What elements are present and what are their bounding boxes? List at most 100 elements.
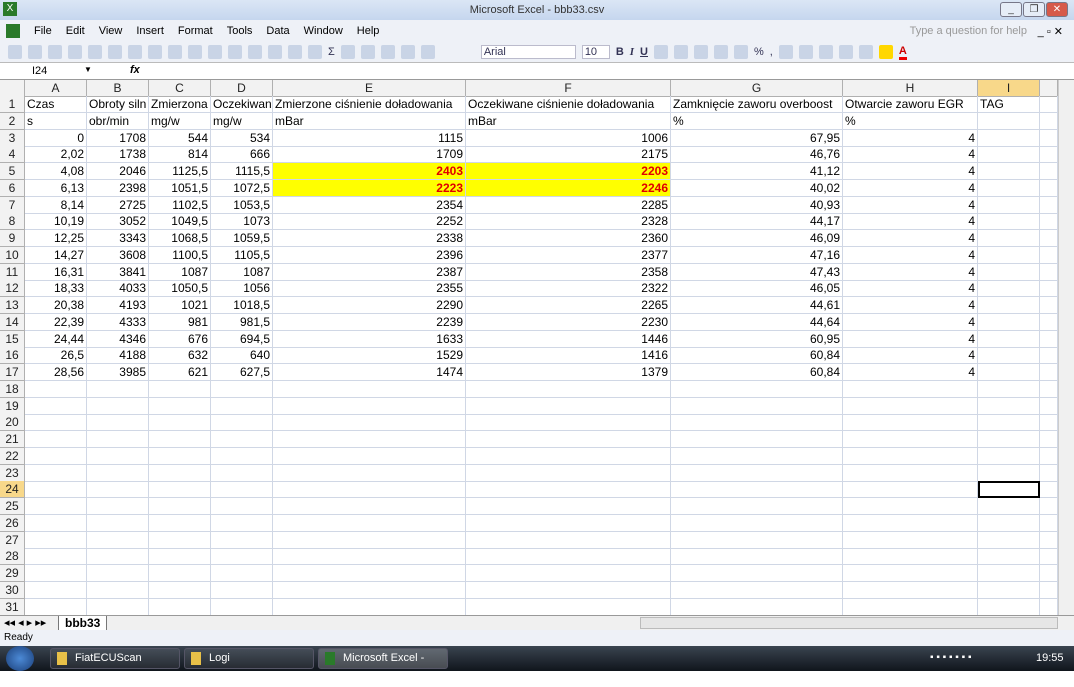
cell[interactable] xyxy=(25,381,87,398)
cell[interactable]: 46,09 xyxy=(671,230,843,247)
cell[interactable]: 3052 xyxy=(87,213,149,230)
cell[interactable] xyxy=(978,599,1040,616)
cell[interactable] xyxy=(978,280,1040,297)
cell[interactable] xyxy=(671,515,843,532)
cell[interactable] xyxy=(671,448,843,465)
sheet-nav-buttons[interactable]: ◂◂ ◂ ▸ ▸▸ xyxy=(4,616,46,629)
cell[interactable]: 40,93 xyxy=(671,197,843,214)
cell[interactable] xyxy=(25,431,87,448)
cell[interactable] xyxy=(211,532,273,549)
menu-data[interactable]: Data xyxy=(266,25,289,37)
sort-desc-icon[interactable] xyxy=(360,45,375,59)
cell[interactable] xyxy=(978,515,1040,532)
cell[interactable] xyxy=(466,414,671,431)
cell[interactable] xyxy=(87,465,149,482)
cell[interactable] xyxy=(978,146,1040,163)
cell[interactable]: 24,44 xyxy=(25,331,87,348)
minimize-button[interactable]: _ xyxy=(1000,2,1022,17)
cell[interactable]: 2290 xyxy=(273,297,466,314)
cell[interactable]: 22,39 xyxy=(25,314,87,331)
cell[interactable]: 2175 xyxy=(466,146,671,163)
currency-icon[interactable] xyxy=(734,45,748,59)
cell[interactable] xyxy=(466,431,671,448)
row-header[interactable]: 4 xyxy=(0,146,25,163)
cell[interactable] xyxy=(149,431,211,448)
cell[interactable] xyxy=(87,498,149,515)
cell[interactable]: 4 xyxy=(843,297,978,314)
cell[interactable] xyxy=(978,381,1040,398)
cell[interactable] xyxy=(978,314,1040,331)
cell[interactable]: 4 xyxy=(843,247,978,264)
column-header-blank[interactable] xyxy=(1040,80,1058,97)
cell[interactable]: 1072,5 xyxy=(211,180,273,197)
cell[interactable] xyxy=(978,431,1040,448)
bold-icon[interactable]: B xyxy=(616,46,624,58)
cell[interactable]: 1100,5 xyxy=(149,247,211,264)
cell[interactable] xyxy=(1040,481,1058,498)
cell[interactable] xyxy=(273,414,466,431)
cell[interactable]: 1050,5 xyxy=(149,280,211,297)
cell[interactable] xyxy=(25,481,87,498)
align-left-icon[interactable] xyxy=(654,45,668,59)
cell[interactable] xyxy=(843,448,978,465)
cell[interactable]: 1053,5 xyxy=(211,197,273,214)
cell[interactable]: 2725 xyxy=(87,197,149,214)
cell[interactable] xyxy=(978,465,1040,482)
cell[interactable] xyxy=(1040,180,1058,197)
cell[interactable] xyxy=(273,381,466,398)
cell[interactable]: 4 xyxy=(843,163,978,180)
cell[interactable] xyxy=(273,498,466,515)
cell[interactable] xyxy=(978,582,1040,599)
cell[interactable] xyxy=(87,515,149,532)
cell[interactable]: 4 xyxy=(843,331,978,348)
cell[interactable]: 1416 xyxy=(466,347,671,364)
fx-icon[interactable]: fx xyxy=(130,64,140,76)
cell[interactable]: 4 xyxy=(843,146,978,163)
cell[interactable] xyxy=(978,247,1040,264)
taskbar-item-logi[interactable]: Logi xyxy=(184,648,314,669)
cell[interactable]: 12,25 xyxy=(25,230,87,247)
cell[interactable]: 2396 xyxy=(273,247,466,264)
cell[interactable]: 3841 xyxy=(87,264,149,281)
cell[interactable] xyxy=(149,465,211,482)
row-header[interactable]: 23 xyxy=(0,465,25,482)
cell[interactable] xyxy=(466,532,671,549)
cell[interactable]: 1056 xyxy=(211,280,273,297)
menu-format[interactable]: Format xyxy=(178,25,213,37)
cell[interactable] xyxy=(149,565,211,582)
cell[interactable] xyxy=(978,548,1040,565)
cell[interactable]: 1006 xyxy=(466,130,671,147)
cell[interactable] xyxy=(149,398,211,415)
cell[interactable]: 3985 xyxy=(87,364,149,381)
cut-icon[interactable] xyxy=(188,45,202,59)
font-select[interactable]: Arial xyxy=(480,45,576,59)
row-header[interactable]: 14 xyxy=(0,314,25,331)
row-header[interactable]: 31 xyxy=(0,599,25,616)
cell[interactable]: 4 xyxy=(843,230,978,247)
doc-window-controls[interactable]: _ ▫ ✕ xyxy=(1038,25,1063,38)
cell[interactable] xyxy=(273,398,466,415)
cell[interactable] xyxy=(87,599,149,616)
align-center-icon[interactable] xyxy=(674,45,688,59)
menu-tools[interactable]: Tools xyxy=(227,25,253,37)
cell[interactable] xyxy=(978,130,1040,147)
cell[interactable]: 44,64 xyxy=(671,314,843,331)
format-painter-icon[interactable] xyxy=(248,45,262,59)
row-header[interactable]: 6 xyxy=(0,180,25,197)
comma-icon[interactable]: , xyxy=(770,46,773,58)
cell[interactable]: 1529 xyxy=(273,347,466,364)
row-header[interactable]: 25 xyxy=(0,498,25,515)
cell[interactable]: 1115 xyxy=(273,130,466,147)
cell[interactable] xyxy=(1040,146,1058,163)
cell[interactable]: Zamknięcie zaworu overboost xyxy=(671,96,843,113)
row-header[interactable]: 2 xyxy=(0,113,25,130)
cell[interactable] xyxy=(87,431,149,448)
cell[interactable] xyxy=(843,414,978,431)
cell[interactable] xyxy=(671,481,843,498)
cell[interactable] xyxy=(1040,197,1058,214)
cell[interactable] xyxy=(211,548,273,565)
cell[interactable] xyxy=(87,548,149,565)
column-header-e[interactable]: E xyxy=(273,80,466,97)
cell[interactable] xyxy=(25,465,87,482)
menu-window[interactable]: Window xyxy=(304,25,343,37)
